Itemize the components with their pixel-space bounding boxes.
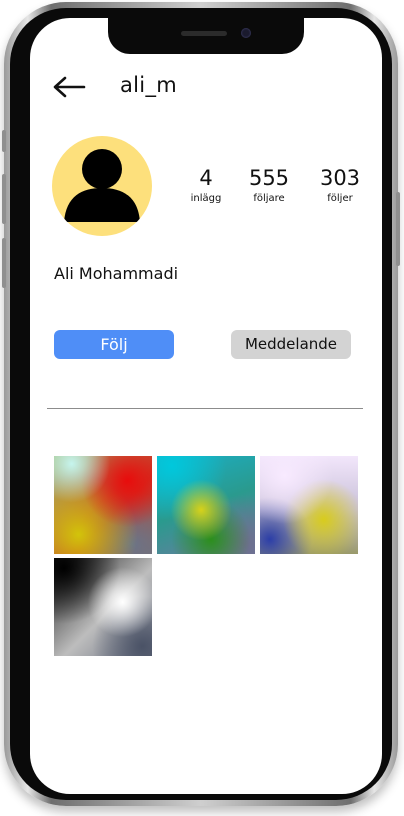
back-button[interactable] <box>52 74 86 100</box>
following-count: 303 <box>319 166 361 190</box>
post-thumbnail[interactable] <box>260 456 358 554</box>
post-thumbnail[interactable] <box>54 456 152 554</box>
notch <box>108 18 304 54</box>
post-thumbnail[interactable] <box>54 558 152 656</box>
post-thumbnail[interactable] <box>157 456 255 554</box>
mute-switch <box>2 130 6 152</box>
posts-count: 4 <box>199 166 213 190</box>
phone-frame: ali_m 4 inlägg 555 följare 303 följer Al… <box>2 2 400 806</box>
speaker-grille <box>181 31 227 36</box>
power-button <box>396 192 400 266</box>
stat-following[interactable]: 303 följer <box>310 166 370 206</box>
front-camera <box>241 28 251 38</box>
stat-posts[interactable]: 4 inlägg <box>176 166 236 206</box>
back-arrow-icon <box>53 76 86 98</box>
profile-username: ali_m <box>120 73 177 97</box>
followers-label: följare <box>253 193 285 204</box>
volume-down-button <box>2 238 6 288</box>
message-button[interactable]: Meddelande <box>231 330 351 359</box>
followers-count: 555 <box>248 166 290 190</box>
follow-button[interactable]: Följ <box>54 330 174 359</box>
avatar[interactable] <box>52 136 152 236</box>
profile-full-name: Ali Mohammadi <box>54 264 179 283</box>
following-label: följer <box>327 193 353 204</box>
divider <box>47 408 363 409</box>
screen: ali_m 4 inlägg 555 följare 303 följer Al… <box>30 18 382 794</box>
user-silhouette-icon <box>64 149 140 222</box>
volume-up-button <box>2 174 6 224</box>
stat-followers[interactable]: 555 följare <box>239 166 299 206</box>
posts-label: inlägg <box>190 193 222 204</box>
